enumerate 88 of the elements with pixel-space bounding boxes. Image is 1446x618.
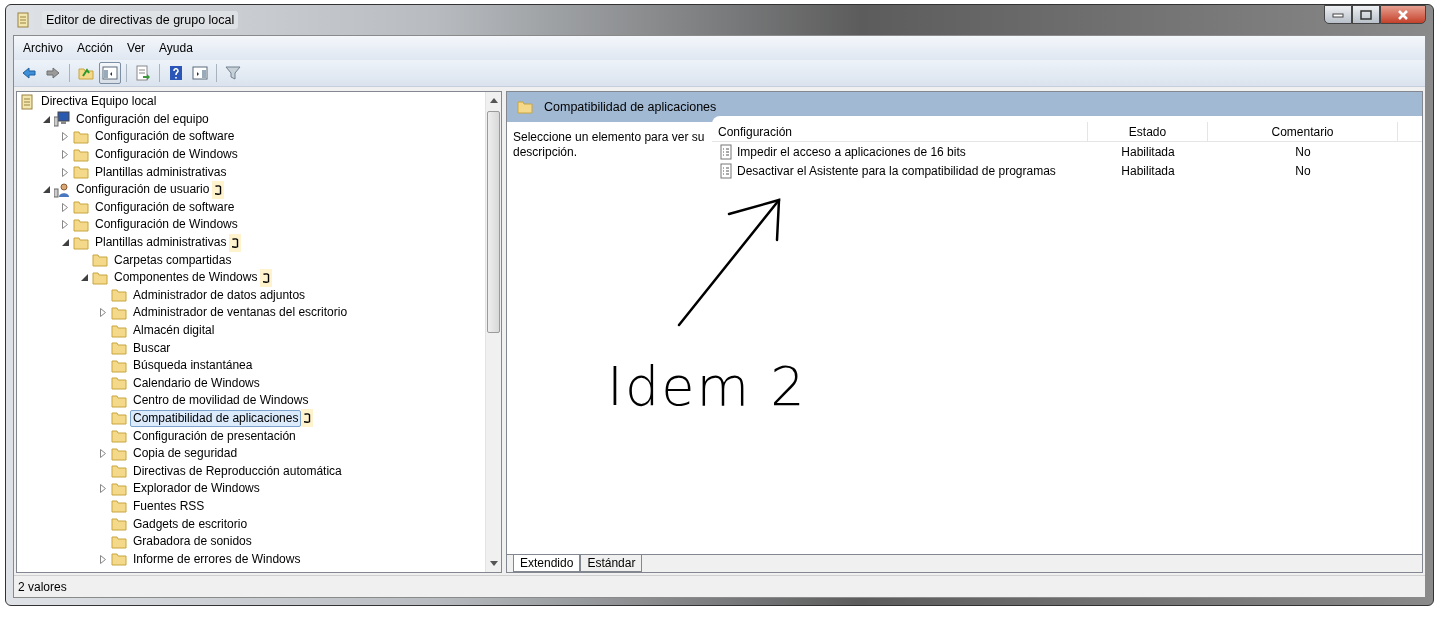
folder-icon xyxy=(73,216,89,233)
folder-icon xyxy=(92,269,108,286)
user-icon xyxy=(54,181,70,198)
scroll-down-icon[interactable] xyxy=(489,561,498,566)
folder-icon xyxy=(92,252,108,269)
tree-item[interactable]: Explorador de Windows xyxy=(130,480,263,498)
panel-icon[interactable] xyxy=(99,62,121,84)
view-tab[interactable]: Extendido xyxy=(513,555,581,572)
computer-icon xyxy=(54,111,70,128)
column-header[interactable]: Configuración xyxy=(712,122,1088,141)
folder-icon xyxy=(73,129,89,145)
tree-item[interactable]: Componentes de Windows xyxy=(111,269,261,287)
folder-icon xyxy=(73,146,89,163)
close-button[interactable] xyxy=(1380,5,1426,24)
tree-item[interactable]: Carpetas compartidas xyxy=(111,251,235,269)
folder-icon xyxy=(111,322,127,339)
scroll-up-icon[interactable] xyxy=(489,98,498,103)
tree-item[interactable]: Centro de movilidad de Windows xyxy=(130,392,312,410)
minimize-icon xyxy=(1332,11,1344,18)
detail-title: Compatibilidad de aplicaciones xyxy=(544,98,717,116)
view-tab[interactable]: Estándar xyxy=(580,555,643,572)
tree-item[interactable]: Configuración del equipo xyxy=(73,110,212,128)
tree-item[interactable]: Copia de seguridad xyxy=(130,445,241,463)
folder-icon xyxy=(111,428,127,445)
tree-item[interactable]: Gadgets de escritorio xyxy=(130,515,251,533)
tree-item[interactable]: Calendario de Windows xyxy=(130,374,263,392)
maximize-button[interactable] xyxy=(1352,5,1380,24)
folder-icon xyxy=(111,533,127,550)
folder-icon xyxy=(111,287,127,304)
tree-item[interactable]: Compatibilidad de aplicaciones xyxy=(130,410,302,427)
folder-icon xyxy=(73,199,89,216)
menu-item[interactable]: Archivo xyxy=(18,38,68,58)
folder-icon xyxy=(111,463,127,480)
minimize-button[interactable] xyxy=(1324,5,1352,24)
tree-item[interactable]: Plantillas administrativas xyxy=(92,234,230,252)
column-header[interactable]: Estado xyxy=(1088,122,1208,141)
list-document-icon xyxy=(718,143,734,160)
folder-icon xyxy=(111,410,127,427)
tree-item[interactable]: Configuración de presentación xyxy=(130,427,299,445)
policy-setting[interactable]: Impedir el acceso a aplicaciones de 16 bits xyxy=(737,142,966,161)
tree-item[interactable]: Directivas de Reproducción automática xyxy=(130,462,345,480)
scrollbar[interactable] xyxy=(485,92,501,572)
tree-item[interactable]: Informe de errores de Windows xyxy=(130,550,304,568)
folder-icon xyxy=(111,498,127,515)
list-document-icon xyxy=(718,162,734,179)
window-title: Editor de directivas de grupo local xyxy=(42,10,239,30)
table-cell-text: No xyxy=(1294,162,1312,180)
tree-item[interactable]: Configuración de software xyxy=(92,128,238,146)
tree-item[interactable]: Configuración de usuario xyxy=(73,181,213,199)
folder-icon xyxy=(111,480,127,497)
tree-item[interactable]: Almacén digital xyxy=(130,322,218,339)
folder-icon xyxy=(111,445,127,462)
tree-item[interactable]: Buscar xyxy=(130,339,174,357)
status-text: 2 valores xyxy=(14,575,1425,597)
tree-item[interactable]: Administrador de ventanas del escritorio xyxy=(130,304,351,322)
folder-icon xyxy=(111,392,127,409)
tree-item[interactable]: Fuentes RSS xyxy=(130,497,208,515)
menu-item[interactable]: Ayuda xyxy=(154,38,198,58)
folder-icon xyxy=(111,375,127,392)
tree-item[interactable]: Configuración de Windows xyxy=(92,216,241,234)
folder-icon xyxy=(111,551,127,568)
folder-icon xyxy=(111,516,127,533)
folder-icon xyxy=(111,340,127,357)
tree-item[interactable]: Grabadora de sonidos xyxy=(130,533,255,551)
close-icon xyxy=(1397,9,1409,20)
description-text: Seleccione un elemento para ver su descripción. xyxy=(512,129,706,161)
menu-item[interactable]: Ver xyxy=(122,38,151,58)
handwritten-note: Idem 2 xyxy=(607,360,807,414)
folder-icon xyxy=(517,99,533,115)
maximize-icon xyxy=(1360,9,1372,20)
tree-item[interactable]: Administrador de datos adjuntos xyxy=(130,286,309,304)
tree-item[interactable]: Plantillas administrativas xyxy=(92,163,230,181)
table-cell-text: No xyxy=(1294,143,1312,161)
menu-item[interactable]: Acción xyxy=(72,38,119,58)
folder-icon xyxy=(73,164,89,181)
table-cell-text: Habilitada xyxy=(1120,162,1176,180)
tree-item[interactable]: Directiva Equipo local xyxy=(38,93,160,111)
column-header[interactable]: Comentario xyxy=(1208,122,1398,141)
table-cell-text: Habilitada xyxy=(1120,143,1176,161)
tree-item[interactable]: Configuración de Windows xyxy=(92,146,241,164)
tree-item[interactable]: Búsqueda instantánea xyxy=(130,357,256,375)
scroll-icon xyxy=(15,12,31,28)
scroll-icon xyxy=(19,93,35,110)
folder-icon xyxy=(111,357,127,374)
folder-icon xyxy=(111,304,127,321)
policy-setting[interactable]: Desactivar el Asistente para la compatibilidad de programas xyxy=(737,161,1056,180)
tree-item[interactable]: Configuración de software xyxy=(92,198,238,216)
folder-icon xyxy=(73,234,89,251)
